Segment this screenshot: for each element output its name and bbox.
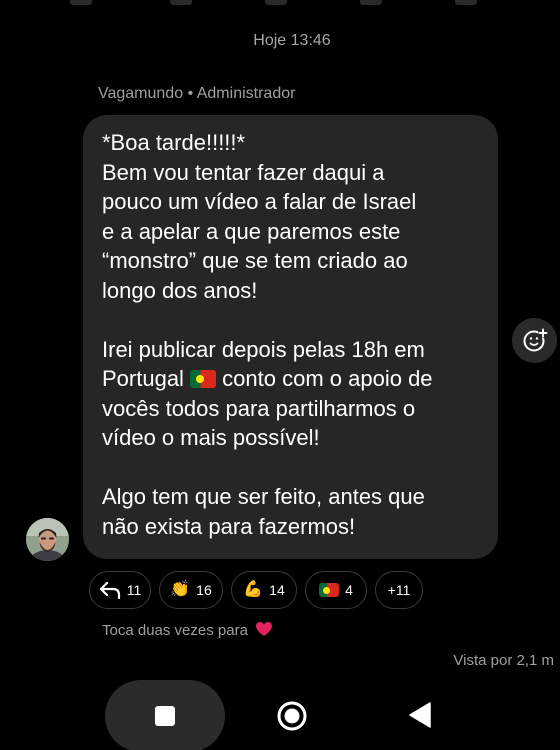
flexed-biceps-emoji: 💪 xyxy=(243,581,264,598)
reaction-chip-portugal[interactable]: 4 xyxy=(305,571,367,609)
reaction-chip-reply[interactable]: 11 xyxy=(89,571,151,609)
portugal-flag-icon xyxy=(319,583,340,597)
message-line: vídeo o mais possível! xyxy=(102,425,320,450)
message-line: vocês todos para partilharmos o xyxy=(102,395,416,421)
message-line: “monstro” que se tem criado ao xyxy=(102,248,408,273)
message-text: conto com o apoio de xyxy=(216,366,433,391)
reply-arrow-icon xyxy=(99,581,121,599)
back-triangle-icon xyxy=(409,702,431,728)
message-line: pouco um vídeo a falar de Israel xyxy=(102,189,417,214)
message-line: *Boa tarde!!!!!* xyxy=(102,130,246,155)
reaction-count: 11 xyxy=(126,582,142,598)
sender-info: Vagamundo • Administrador xyxy=(98,85,295,103)
portugal-flag-icon xyxy=(190,370,217,388)
separator-dot: • xyxy=(187,85,197,102)
back-button[interactable] xyxy=(408,702,432,728)
avatar-photo xyxy=(26,518,69,561)
chat-screen: Hoje 13:46 Vagamundo • Administrador *Bo… xyxy=(0,0,560,750)
sender-role: Administrador xyxy=(196,85,296,102)
message-bubble[interactable]: *Boa tarde!!!!!* Bem vou tentar fazer da… xyxy=(83,115,498,559)
message-line: Portugal conto com o apoio de xyxy=(102,364,482,394)
add-emoji-icon xyxy=(523,328,548,352)
message-line: Algo tem que ser feito, antes que xyxy=(102,484,425,509)
reaction-count: 14 xyxy=(269,582,285,598)
reaction-chip-more[interactable]: +11 xyxy=(375,571,423,609)
date-separator: Hoje 13:46 xyxy=(253,32,331,49)
message-line: longo dos anos! xyxy=(102,277,258,303)
sender-name[interactable]: Vagamundo xyxy=(98,85,183,102)
reaction-count: 16 xyxy=(196,582,212,598)
red-heart-icon xyxy=(256,622,273,636)
reaction-count: +11 xyxy=(387,582,411,598)
top-clipped-bar xyxy=(0,0,560,8)
home-circle-icon xyxy=(277,701,307,731)
reaction-chip-biceps[interactable]: 💪 14 xyxy=(231,571,297,609)
message-line: Irei publicar depois pelas 18h em xyxy=(102,336,425,362)
home-button[interactable] xyxy=(276,700,308,732)
hint-text: Toca duas vezes para xyxy=(102,622,248,639)
system-navigation-bar xyxy=(0,680,560,750)
double-tap-hint: Toca duas vezes para xyxy=(102,621,273,639)
recents-square-icon xyxy=(155,706,175,726)
clapping-hands-emoji: 👏 xyxy=(170,581,191,598)
message-line: não exista para fazermos! xyxy=(102,513,356,539)
add-reaction-button[interactable] xyxy=(512,318,557,363)
message-line: Bem vou tentar fazer daqui a xyxy=(102,159,385,185)
message-text: Portugal xyxy=(102,366,191,391)
reaction-count: 4 xyxy=(345,582,353,598)
recents-button[interactable] xyxy=(105,680,225,750)
message-line: e a apelar a que paremos este xyxy=(102,218,401,244)
seen-by-count[interactable]: Vista por 2,1 m xyxy=(453,652,554,669)
sender-avatar[interactable] xyxy=(26,518,69,561)
reaction-chip-clap[interactable]: 👏 16 xyxy=(159,571,223,609)
